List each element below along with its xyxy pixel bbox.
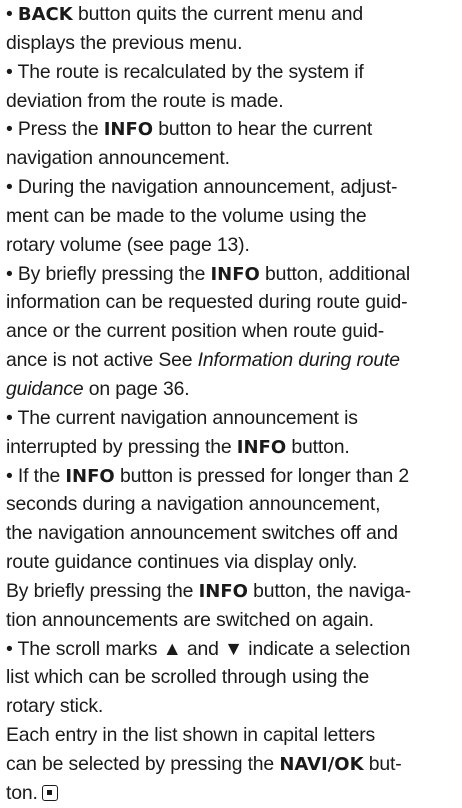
paragraph-volume-adjustment: • During the navigation announcement, ad… (6, 176, 398, 256)
paragraph-switch-on-again: By briefly pressing the INFO button, the… (6, 579, 411, 631)
bullet: • (6, 118, 13, 141)
keyword-back: BACK (17, 4, 73, 25)
keyword-info: INFO (103, 119, 154, 141)
end-of-section-icon (41, 784, 58, 801)
manual-page: • BACK button quits the current menu and… (0, 0, 462, 804)
bullet: • (6, 3, 13, 25)
cross-reference-title: Information during route (197, 349, 400, 372)
bullet: • (6, 262, 13, 285)
paragraph-back-button: • BACK button quits the current menu and… (6, 3, 363, 54)
paragraph-capital-entries: Each entry in the list shown in capital … (6, 724, 402, 804)
paragraph-interrupt-announcement: • The current navigation announcement is… (6, 406, 358, 458)
paragraph-additional-information: • By briefly pressing the INFO button, a… (6, 262, 411, 400)
paragraph-route-recalculation: • The route is recalculated by the syste… (6, 60, 364, 112)
paragraph-info-announcement: • Press the INFO button to hear the curr… (6, 118, 373, 170)
keyword-info: INFO (65, 465, 115, 487)
keyword-info: INFO (198, 580, 248, 602)
bullet: • (6, 176, 13, 199)
paragraph-long-press-info: • If the INFO button is pressed for long… (6, 464, 409, 574)
paragraph-scroll-marks: • The scroll marks ▲ and ▼ indicate a se… (6, 637, 411, 718)
bullet: • (6, 464, 13, 487)
keyword-navi-ok: NAVI/OK (279, 753, 364, 775)
bullet: • (6, 406, 13, 429)
cross-reference-title: guidance (6, 377, 84, 400)
keyword-info: INFO (210, 263, 260, 285)
bullet: • (6, 60, 13, 83)
keyword-info: INFO (236, 436, 287, 458)
bullet: • (6, 637, 13, 660)
